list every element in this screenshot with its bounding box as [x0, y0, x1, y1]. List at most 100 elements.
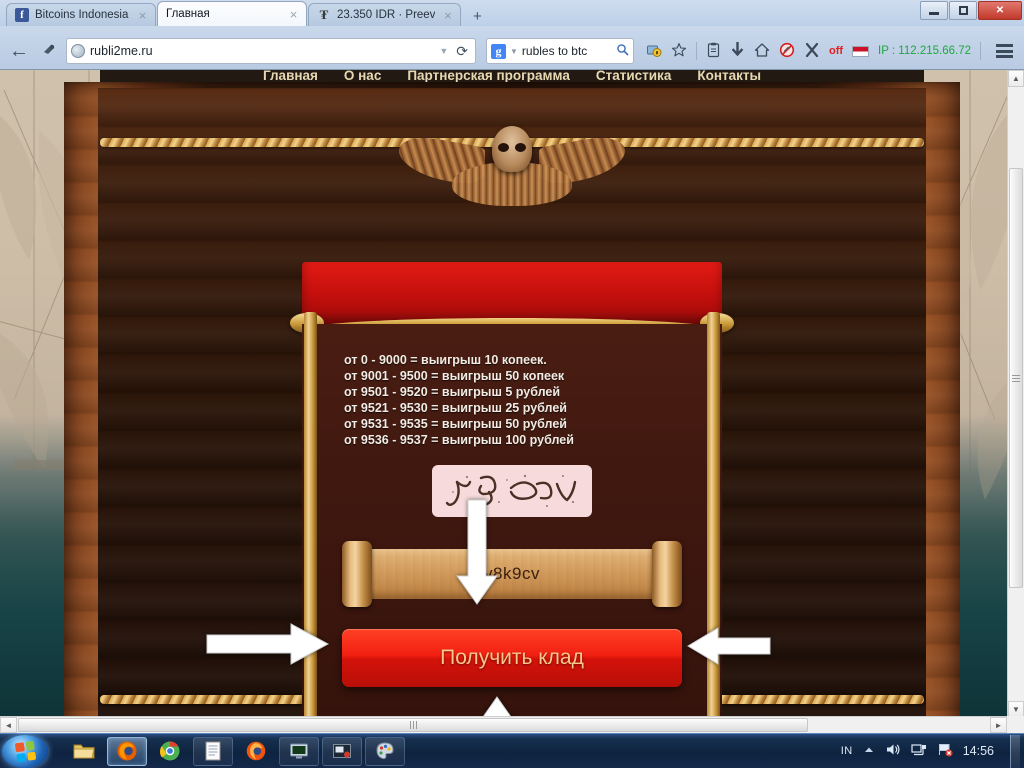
prize-panel: от 0 - 9000 = выигрыш 10 копеек. от 9001…	[290, 262, 734, 724]
xmarks-icon[interactable]	[804, 42, 820, 60]
chevron-down-icon[interactable]: ▼	[439, 46, 448, 56]
google-icon[interactable]: g	[491, 43, 506, 59]
volume-icon[interactable]	[885, 742, 901, 760]
home-icon[interactable]	[754, 42, 770, 60]
taskbar-item-browser-alt[interactable]	[236, 737, 276, 766]
annotation-arrow-right-pointing	[205, 622, 330, 666]
scroll-left-button[interactable]: ◄	[0, 717, 17, 733]
taskbar-item-explorer[interactable]	[64, 737, 104, 766]
panel-body: от 0 - 9000 = выигрыш 10 копеек. от 9001…	[302, 312, 722, 724]
windows-logo-icon	[14, 740, 36, 762]
tab-close-icon[interactable]: ×	[441, 9, 454, 22]
menu-icon[interactable]	[995, 44, 1013, 58]
tab-preev[interactable]: ₮ 23.350 IDR · Preev ×	[308, 3, 462, 26]
red-banner	[290, 262, 734, 333]
action-center-flag-icon[interactable]	[937, 742, 953, 760]
minimize-button[interactable]	[920, 1, 948, 20]
monitor-icon	[288, 740, 310, 762]
prize-list: от 0 - 9000 = выигрыш 10 копеек. от 9001…	[330, 352, 694, 448]
horizontal-scroll-thumb[interactable]	[18, 718, 808, 732]
noscript-icon[interactable]	[779, 42, 795, 60]
folder-icon	[73, 740, 95, 762]
search-icon[interactable]	[616, 43, 629, 59]
picture-icon	[331, 740, 353, 762]
taskbar-item-chrome[interactable]	[150, 737, 190, 766]
tab-title: Главная	[166, 8, 210, 20]
scroll-grip	[409, 721, 417, 729]
close-button[interactable]: ✕	[978, 1, 1022, 20]
captcha-input-field[interactable]: y8k9cv	[342, 541, 682, 607]
search-input[interactable]: g ▼ rubles to btc	[486, 38, 634, 64]
orange-browser-icon	[245, 740, 267, 762]
taskbar-items	[64, 736, 405, 766]
show-hidden-icons-button[interactable]	[863, 744, 875, 759]
skull-ornament-top	[397, 112, 627, 208]
toolbar-divider	[696, 42, 697, 60]
minimize-icon	[929, 12, 939, 15]
taskbar-item-paint[interactable]	[365, 736, 405, 766]
downloads-arrow-icon[interactable]	[730, 41, 745, 60]
proxy-status-label[interactable]: off	[829, 45, 843, 57]
restore-icon	[958, 6, 968, 15]
reload-icon[interactable]: ⟳	[453, 43, 471, 60]
palette-icon	[374, 740, 396, 762]
bitcoin-icon: ₮	[319, 7, 329, 22]
ip-address-label: IP : 112.215.66.72	[878, 45, 971, 57]
scroll-roll-right	[652, 541, 682, 607]
list-item: от 0 - 9000 = выигрыш 10 копеек.	[344, 353, 547, 367]
language-indicator[interactable]: IN	[841, 745, 853, 757]
bookmark-star-icon[interactable]	[671, 42, 687, 60]
scrollbar-corner	[1007, 716, 1024, 733]
browser-chrome: f Bitcoins Indonesia × Главная × ₮ 23.35…	[0, 0, 1024, 70]
tab-title: Bitcoins Indonesia	[35, 9, 129, 21]
taskbar-item-firefox[interactable]	[107, 736, 147, 766]
forward-icon[interactable]	[36, 38, 62, 64]
restore-button[interactable]	[949, 1, 977, 20]
tab-close-icon[interactable]: ×	[287, 8, 300, 21]
notepad-icon	[202, 740, 224, 762]
page-viewport: Главная О нас Партнерская программа Стат…	[0, 70, 1024, 733]
tab-title: 23.350 IDR · Preev	[337, 9, 436, 21]
tab-bitcoins-indonesia[interactable]: f Bitcoins Indonesia ×	[6, 3, 156, 26]
globe-icon	[71, 44, 85, 58]
horizontal-scrollbar[interactable]: ◄ ►	[0, 716, 1007, 733]
new-tab-button[interactable]: +	[466, 6, 488, 26]
taskbar-clock[interactable]: 14:56	[963, 744, 994, 758]
show-desktop-button[interactable]	[1010, 734, 1020, 768]
list-item: от 9001 - 9500 = выигрыш 50 копеек	[344, 369, 565, 383]
list-item: от 9501 - 9520 = выигрыш 5 рублей	[344, 385, 561, 399]
screen: f Bitcoins Indonesia × Главная × ₮ 23.35…	[0, 0, 1024, 768]
taskbar-item-media-app[interactable]	[322, 736, 362, 766]
toolbar-divider	[979, 42, 981, 60]
list-item: от 9521 - 9530 = выигрыш 25 рублей	[344, 401, 567, 415]
back-icon[interactable]: ←	[6, 38, 32, 64]
system-tray: IN 14:56	[841, 734, 1024, 768]
facebook-icon: f	[15, 8, 29, 22]
list-item: от 9531 - 9535 = выигрыш 50 рублей	[344, 417, 567, 431]
browser-titlebar: f Bitcoins Indonesia × Главная × ₮ 23.35…	[0, 0, 1024, 26]
chrome-icon	[159, 740, 181, 762]
scroll-up-button[interactable]: ▲	[1008, 70, 1024, 87]
address-bar[interactable]: rubli2me.ru ▼ ⟳	[66, 38, 476, 64]
scroll-right-button[interactable]: ►	[990, 717, 1007, 733]
taskbar-item-notepad[interactable]	[193, 736, 233, 766]
annotation-arrow-down-pointing	[455, 498, 499, 606]
chevron-down-icon[interactable]: ▼	[510, 47, 518, 56]
vertical-scroll-thumb[interactable]	[1009, 168, 1023, 588]
vertical-scrollbar[interactable]: ▲ ▼	[1007, 70, 1024, 718]
skull-icon	[492, 126, 532, 172]
reading-list-icon[interactable]	[706, 42, 721, 60]
lock-shield-icon[interactable]	[646, 42, 662, 60]
indonesia-flag-icon	[852, 45, 870, 57]
window-controls: ✕	[920, 1, 1022, 20]
taskbar-item-remote-desktop[interactable]	[279, 736, 319, 766]
get-treasure-button[interactable]: Получить клад	[342, 629, 682, 687]
tab-close-icon[interactable]: ×	[136, 9, 149, 22]
firefox-icon	[116, 740, 138, 762]
navigation-toolbar: ← rubli2me.ru ▼ ⟳ g ▼ rubles to btc off …	[0, 26, 1024, 70]
tab-strip: f Bitcoins Indonesia × Главная × ₮ 23.35…	[6, 1, 488, 26]
start-button[interactable]	[2, 734, 48, 768]
annotation-arrow-left-pointing	[686, 626, 772, 666]
tab-glavnaya[interactable]: Главная ×	[157, 1, 307, 26]
network-icon[interactable]	[911, 742, 927, 760]
